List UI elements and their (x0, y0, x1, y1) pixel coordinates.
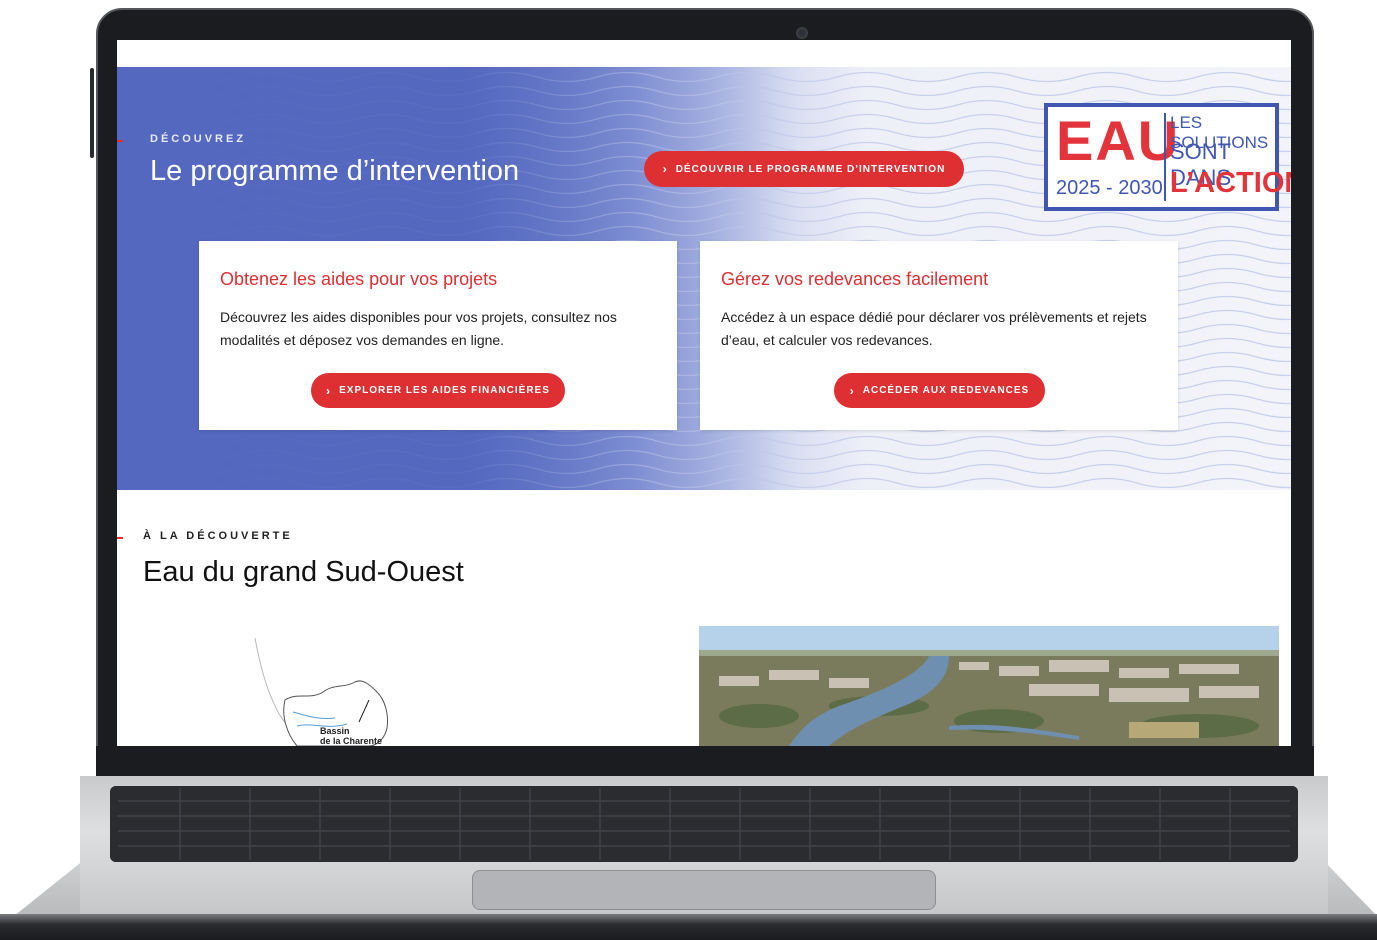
logo-divider (1164, 113, 1166, 201)
laptop-deck-left (14, 860, 84, 916)
section-title: Eau du grand Sud-Ouest (143, 556, 464, 588)
basin-map (254, 637, 388, 746)
eau-2025-2030-logo: EAU 2025 - 2030 LES SOLUTIONS SONT DANS … (1044, 103, 1291, 211)
fees-card-text: Accédez à un espace dédié pour déclarer … (721, 309, 1147, 348)
laptop-keyboard-deck (80, 776, 1328, 914)
basin-label-line-2: de la Charente (320, 736, 383, 746)
aids-card: Obtenez les aides pour vos projets Décou… (199, 241, 677, 430)
laptop-side-button (90, 68, 94, 158)
aids-card-text: Découvrez les aides disponibles pour vos… (220, 309, 617, 348)
webcam-icon (796, 27, 808, 39)
basin-map-label: Bassin de la Charente (320, 726, 382, 746)
website-screen: DÉCOUVREZ Le programme d’intervention › … (117, 40, 1291, 746)
logo-years: 2025 - 2030 (1056, 177, 1163, 199)
logo-tagline-3: L’ACTION (1170, 167, 1291, 199)
explore-aids-label: EXPLORER LES AIDES FINANCIÈRES (339, 385, 550, 396)
access-fees-label: ACCÉDER AUX REDEVANCES (862, 385, 1030, 396)
fees-card-title: Gérez vos redevances facilement (721, 269, 989, 289)
aids-card-title: Obtenez les aides pour vos projets (220, 269, 498, 289)
hero-eyebrow: DÉCOUVREZ (150, 133, 247, 145)
laptop-deck-right (1323, 860, 1377, 916)
hero-title: Le programme d’intervention (150, 155, 520, 187)
fees-card: Gérez vos redevances facilement Accédez … (700, 241, 1178, 430)
laptop-hinge (96, 746, 1314, 778)
discover-program-label: DÉCOUVRIR LE PROGRAMME D’INTERVENTION (675, 163, 946, 175)
header-strip (117, 40, 1291, 67)
keyboard (110, 786, 1298, 862)
chevron-right-icon: › (326, 383, 332, 398)
hero-banner: DÉCOUVREZ Le programme d’intervention › … (117, 67, 1291, 490)
aerial-photo-image (699, 626, 1279, 746)
section-eyebrow: À LA DÉCOUVERTE (143, 530, 293, 542)
laptop-front-edge (0, 914, 1377, 940)
logo-word: EAU (1056, 109, 1181, 172)
trackpad (472, 870, 936, 910)
chevron-right-icon: › (662, 162, 668, 176)
explore-aids-button[interactable]: › EXPLORER LES AIDES FINANCIÈRES (311, 373, 565, 408)
section-eyebrow-marker (117, 537, 123, 539)
chevron-right-icon: › (849, 383, 855, 398)
discover-program-button[interactable]: › DÉCOUVRIR LE PROGRAMME D’INTERVENTION (644, 151, 964, 187)
eyebrow-marker (117, 140, 123, 142)
basin-label-line-1: Bassin (320, 726, 350, 736)
laptop-mockup: DÉCOUVREZ Le programme d’intervention › … (0, 0, 1377, 940)
access-fees-button[interactable]: › ACCÉDER AUX REDEVANCES (834, 373, 1045, 408)
aerial-river-photo (699, 626, 1279, 746)
